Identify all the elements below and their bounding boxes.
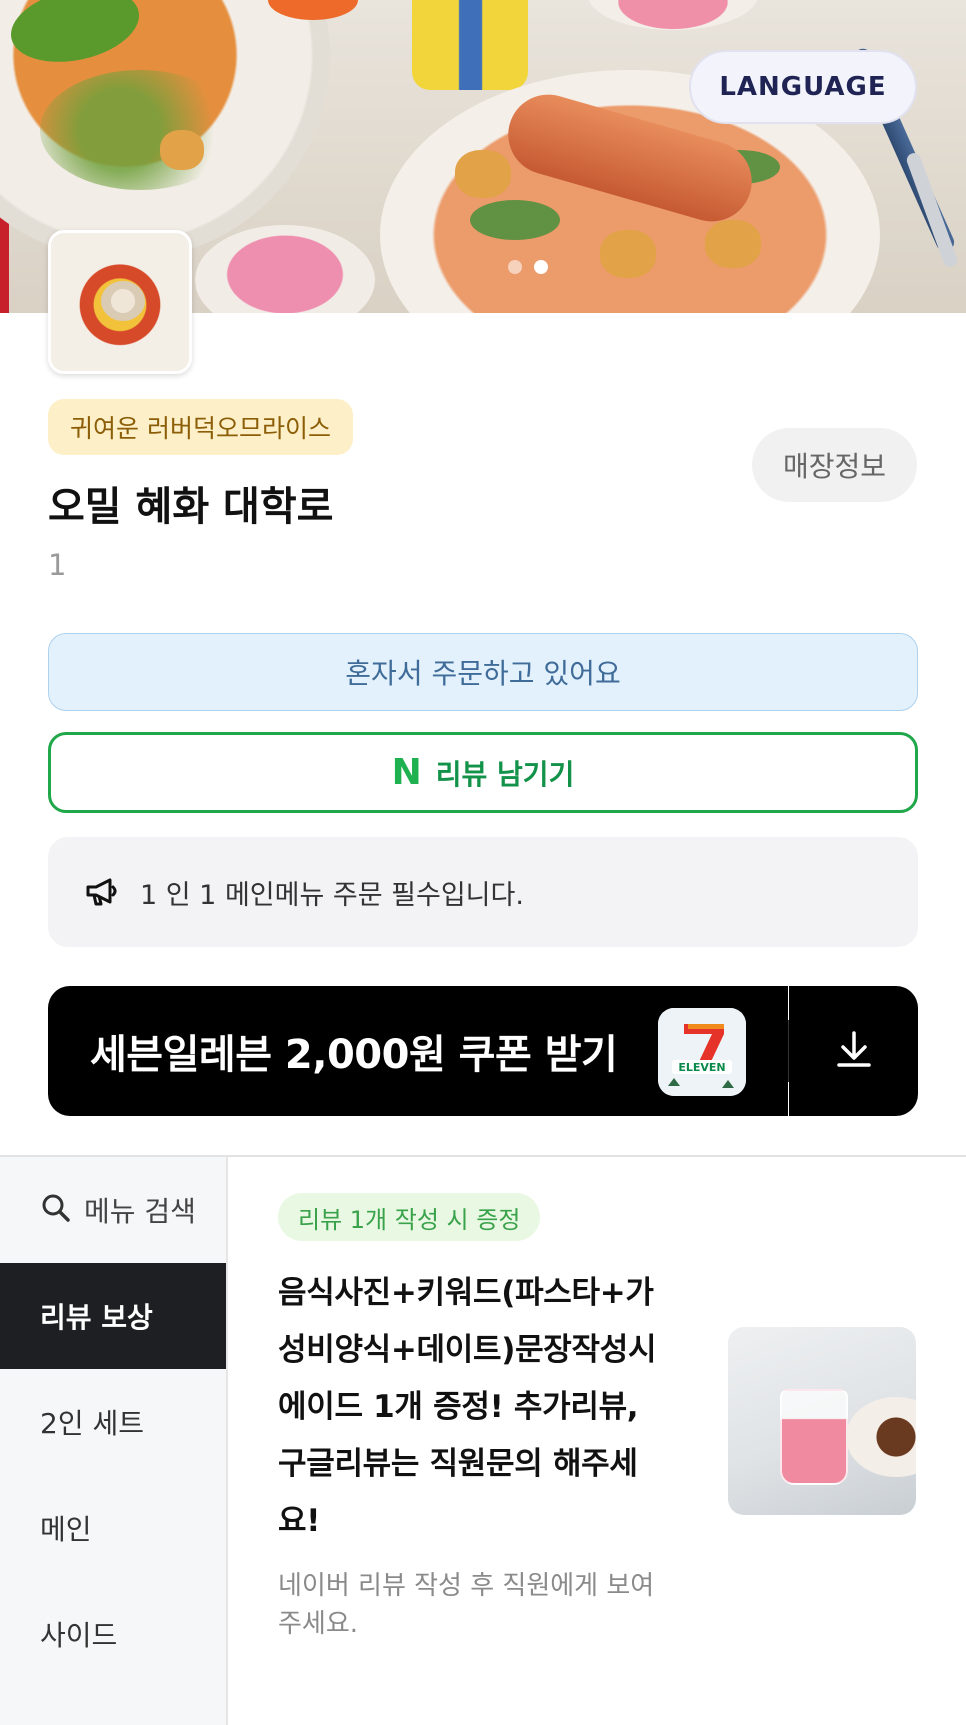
seven-eleven-logo-text: ELEVEN [678,1061,725,1074]
search-icon [40,1192,72,1228]
coupon-text: 세븐일레븐 2,000원 쿠폰 받기 [90,1032,618,1078]
fork-image [904,151,960,269]
carousel-dot[interactable] [508,260,522,274]
sidebar-item-main[interactable]: 메인 [0,1475,226,1581]
solo-order-label: 혼자서 주문하고 있어요 [345,657,621,690]
coupon-banner[interactable]: 세븐일레븐 2,000원 쿠폰 받기 ELEVEN [48,986,788,1116]
food-piece [160,130,204,170]
language-button[interactable]: LANGUAGE [689,50,917,124]
carousel-dot-active[interactable] [534,260,548,274]
menu-item-card[interactable]: 리뷰 1개 작성 시 증정 음식사진+키워드(파스타+가성비양식+데이트)문장작… [230,1157,966,1725]
download-icon [832,1027,876,1075]
notice-text: 1 인 1 메인메뉴 주문 필수입니다. [140,879,524,911]
notice-box: 1 인 1 메인메뉴 주문 필수입니다. [48,837,918,947]
search-label: 메뉴 검색 [84,1195,196,1228]
solo-order-button[interactable]: 혼자서 주문하고 있어요 [48,633,918,711]
sidebar-item-side[interactable]: 사이드 [0,1581,226,1687]
coupon-download-button[interactable] [789,986,918,1116]
naver-icon: N [391,751,422,793]
menu-search-button[interactable]: 메뉴 검색 [0,1157,226,1263]
store-name: 오밀 혜화 대학로 [48,484,334,530]
glass-image [780,1389,848,1485]
side-bowl-image [195,225,375,313]
food-piece [600,230,656,278]
seven-eleven-logo: ELEVEN [658,1008,746,1096]
food-piece [705,220,761,268]
naver-review-button[interactable]: N 리뷰 남기기 [48,732,918,813]
bottle-image [412,0,528,90]
food-piece [455,150,511,198]
menu-item-photo [728,1327,916,1515]
sidebar-item-review-reward[interactable]: 리뷰 보상 [0,1263,226,1369]
store-info-button[interactable]: 매장정보 [752,428,917,502]
review-button-label: 리뷰 남기기 [435,757,575,791]
megaphone-icon [84,876,120,908]
category-sidebar: 메뉴 검색 리뷰 보상 2인 세트 메인 사이드 [0,1157,228,1725]
store-logo [48,230,192,374]
table-number: 1 [48,548,67,582]
plate-image [846,1397,916,1477]
menu-item-description: 네이버 리뷰 작성 후 직원에게 보여주세요. [278,1571,655,1639]
category-badge: 귀여운 러버덕오므라이스 [48,399,353,455]
carousel-indicator [508,260,548,274]
sidebar-item-set-for-two[interactable]: 2인 세트 [0,1369,226,1475]
reward-badge: 리뷰 1개 작성 시 증정 [278,1193,541,1241]
bowl-image [588,0,758,30]
page: LANGUAGE 귀여운 러버덕오므라이스 오밀 혜화 대학로 1 매장정보 혼… [0,0,966,1725]
herb-decoration [470,200,560,240]
greens-decoration [40,70,240,190]
menu-item-title: 음식사진+키워드(파스타+가성비양식+데이트)문장작성시 에이드 1개 증정! … [278,1275,657,1539]
